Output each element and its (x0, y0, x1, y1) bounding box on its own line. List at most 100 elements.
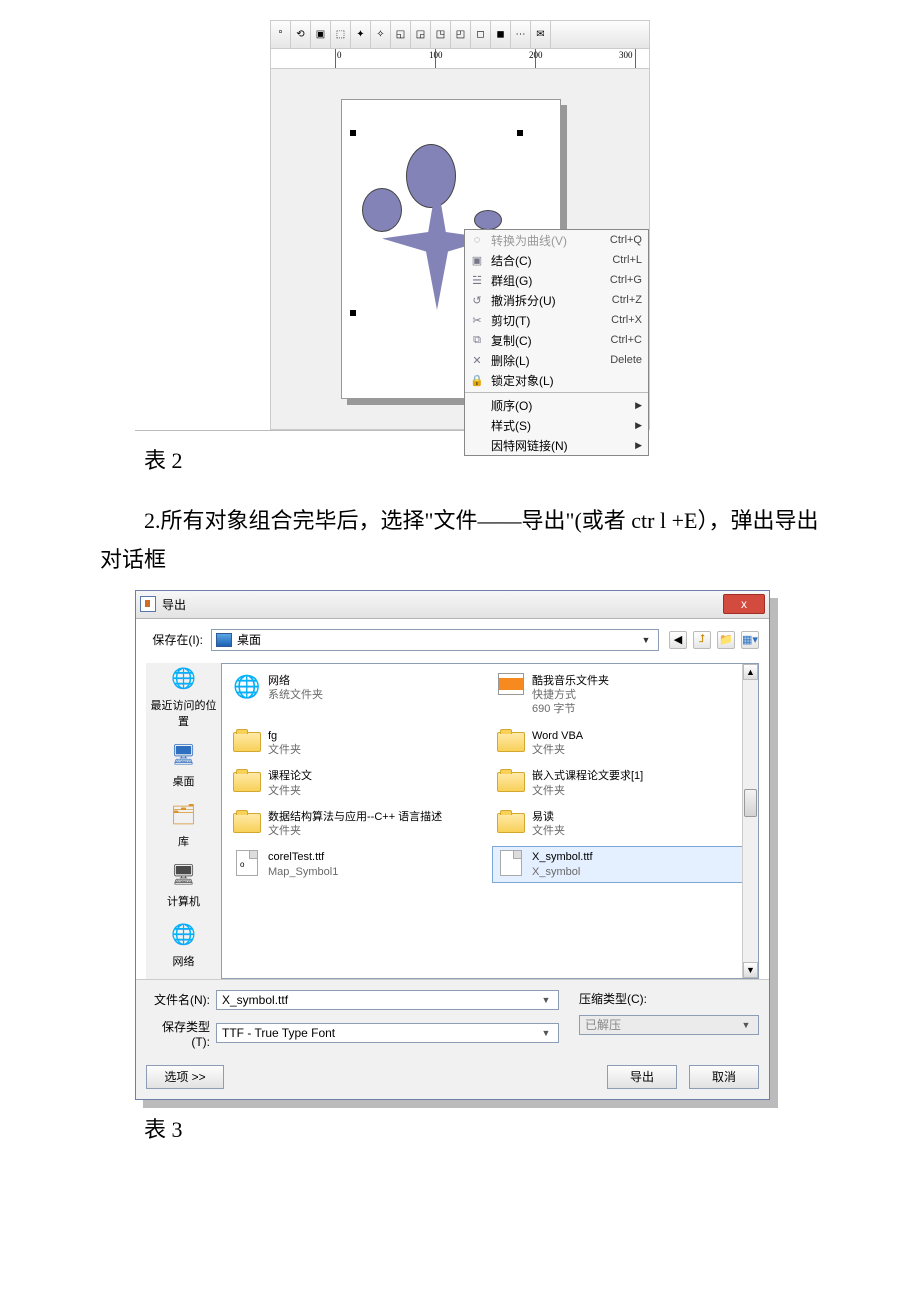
place-computer[interactable]: 🖥 计算机 (146, 859, 221, 909)
toolbar-btn[interactable]: ◼ (491, 21, 511, 48)
folder-icon (233, 772, 261, 792)
cut-icon: ✂ (469, 314, 485, 327)
place-label: 计算机 (146, 893, 221, 909)
globe-icon: 🌐 (164, 663, 204, 695)
folder-icon (497, 732, 525, 752)
toolbar-btn[interactable]: ◲ (411, 21, 431, 48)
kuwo-icon (498, 673, 524, 695)
menu-order[interactable]: 顺序(O) ▶ (465, 395, 648, 415)
nav-newfolder-button[interactable]: 📁 (717, 631, 735, 649)
menu-shortcut: Ctrl+G (610, 274, 642, 286)
list-item[interactable]: 课程论文 文件夹 (228, 765, 488, 802)
toolbar-btn[interactable]: ▣ (311, 21, 331, 48)
menu-group[interactable]: ☱ 群组(G) Ctrl+G (465, 270, 648, 290)
chevron-down-icon[interactable]: ▼ (539, 1028, 553, 1038)
shape-ellipse[interactable] (362, 188, 402, 232)
menu-label: 撤消拆分(U) (485, 292, 612, 309)
file-sub: 690 字节 (532, 702, 609, 716)
close-button[interactable]: x (723, 594, 765, 614)
list-item[interactable]: 🌐 网络 系统文件夹 (228, 670, 488, 721)
file-name: X_symbol.ttf (532, 850, 593, 864)
export-button[interactable]: 导出 (607, 1065, 677, 1089)
menu-shortcut: Ctrl+Z (612, 294, 642, 306)
savetype-input[interactable]: TTF - True Type Font ▼ (216, 1023, 559, 1043)
filename-row: 文件名(N): X_symbol.ttf ▼ (146, 990, 559, 1010)
nav-up-button[interactable]: ⮥ (693, 631, 711, 649)
cancel-button[interactable]: 取消 (689, 1065, 759, 1089)
list-item[interactable]: X_symbol.ttf X_symbol (492, 846, 752, 883)
file-list[interactable]: 🌐 网络 系统文件夹 酷我音乐文件夹 快捷方式 690 字节 (221, 663, 759, 979)
toolbar-btn[interactable]: ◰ (451, 21, 471, 48)
save-in-row: 保存在(I): 桌面 ▼ ◀ ⮥ 📁 ▦▾ (146, 629, 759, 651)
scroll-up-icon[interactable]: ▲ (743, 664, 758, 680)
file-name: Word VBA (532, 729, 583, 743)
list-item[interactable]: Word VBA 文件夹 (492, 725, 752, 762)
nav-views-button[interactable]: ▦▾ (741, 631, 759, 649)
nav-back-button[interactable]: ◀ (669, 631, 687, 649)
copy-icon: ⧉ (469, 334, 485, 347)
menu-shortcut: Ctrl+L (612, 254, 642, 266)
options-button[interactable]: 选项 >> (146, 1065, 224, 1089)
shape-ellipse[interactable] (406, 144, 456, 208)
file-sub: 文件夹 (532, 784, 643, 798)
toolbar-btn[interactable]: ⬚ (331, 21, 351, 48)
place-desktop[interactable]: 🖥 桌面 (146, 739, 221, 789)
scroll-down-icon[interactable]: ▼ (743, 962, 758, 978)
toolbar-btn[interactable]: ◳ (431, 21, 451, 48)
menu-delete[interactable]: ✕ 删除(L) Delete (465, 350, 648, 370)
place-network[interactable]: 🌐 网络 (146, 919, 221, 969)
list-item[interactable]: o corelTest.ttf Map_Symbol1 (228, 846, 488, 883)
canvas[interactable]: ◌ 转换为曲线(V) Ctrl+Q ▣ 结合(C) Ctrl+L ☱ 群组(G) (271, 69, 649, 429)
circle-icon: ◌ (469, 234, 485, 246)
menu-shortcut: Delete (610, 354, 642, 366)
menu-cut[interactable]: ✂ 剪切(T) Ctrl+X (465, 310, 648, 330)
ruler-label: 0 (337, 50, 342, 60)
menu-internet-link[interactable]: 因特网链接(N) ▶ (465, 435, 648, 455)
folder-icon (233, 813, 261, 833)
list-item[interactable]: 数据结构算法与应用--C++ 语言描述 文件夹 (228, 806, 488, 843)
file-sub: 系统文件夹 (268, 688, 323, 702)
menu-convert-to-curves[interactable]: ◌ 转换为曲线(V) Ctrl+Q (465, 230, 648, 250)
save-in-combo[interactable]: 桌面 ▼ (211, 629, 659, 651)
scroll-thumb[interactable] (744, 789, 757, 817)
place-label: 库 (146, 833, 221, 849)
chevron-down-icon[interactable]: ▼ (539, 995, 553, 1005)
filename-input[interactable]: X_symbol.ttf ▼ (216, 990, 559, 1010)
dialog-titlebar[interactable]: 导出 x (136, 591, 769, 619)
file-sub: 文件夹 (268, 784, 312, 798)
file-sub: 文件夹 (268, 743, 301, 757)
toolbar-btn[interactable]: ✦ (351, 21, 371, 48)
folder-icon (497, 772, 525, 792)
file-name: 酷我音乐文件夹 (532, 674, 609, 688)
ruler-label: 300 (619, 50, 633, 60)
toolbar-btn[interactable]: ◻ (471, 21, 491, 48)
toolbar-btn[interactable]: ◱ (391, 21, 411, 48)
toolbar-btn[interactable]: ⋯ (511, 21, 531, 48)
list-item[interactable]: fg 文件夹 (228, 725, 488, 762)
toolbar-btn[interactable]: ✉ (531, 21, 551, 48)
menu-copy[interactable]: ⧉ 复制(C) Ctrl+C (465, 330, 648, 350)
menu-combine[interactable]: ▣ 结合(C) Ctrl+L (465, 250, 648, 270)
place-label: 最近访问的位置 (146, 697, 221, 729)
toolbar-btn[interactable]: ° (271, 21, 291, 48)
scrollbar[interactable]: ▲ ▼ (742, 664, 758, 978)
menu-lock[interactable]: 🔒 锁定对象(L) (465, 370, 648, 390)
place-recent[interactable]: 🌐 最近访问的位置 (146, 663, 221, 729)
computer-icon: 🖥 (164, 859, 204, 891)
toolbar-btn[interactable]: ⟲ (291, 21, 311, 48)
list-item[interactable]: 酷我音乐文件夹 快捷方式 690 字节 (492, 670, 752, 721)
menu-style[interactable]: 样式(S) ▶ (465, 415, 648, 435)
toolbar-btn[interactable]: ✧ (371, 21, 391, 48)
file-name: 网络 (268, 674, 323, 688)
shape-ellipse[interactable] (474, 210, 502, 230)
place-library[interactable]: 🗂 库 (146, 799, 221, 849)
savetype-row: 保存类型(T): TTF - True Type Font ▼ (146, 1018, 559, 1049)
app-icon (140, 596, 156, 612)
submenu-arrow-icon: ▶ (635, 420, 642, 431)
lock-icon: 🔒 (469, 374, 485, 387)
ruler: 0 100 200 300 (271, 49, 649, 69)
menu-undo-break[interactable]: ↺ 撤消拆分(U) Ctrl+Z (465, 290, 648, 310)
list-item[interactable]: 嵌入式课程论文要求[1] 文件夹 (492, 765, 752, 802)
compression-input: 已解压 ▼ (579, 1015, 759, 1035)
list-item[interactable]: 易读 文件夹 (492, 806, 752, 843)
